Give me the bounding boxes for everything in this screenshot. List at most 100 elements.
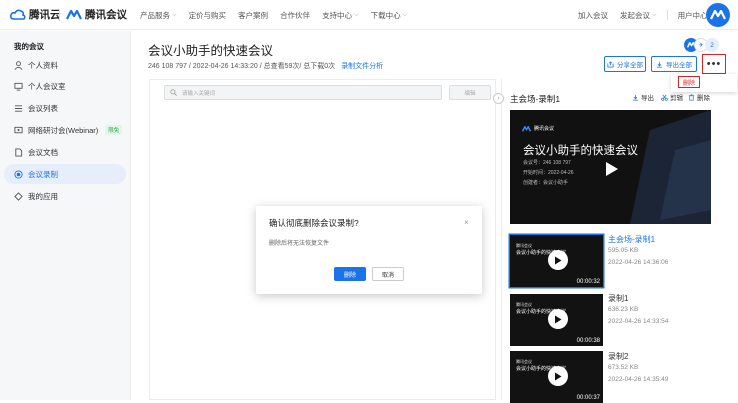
chevron-down-icon: ⌵ xyxy=(354,11,359,18)
confirm-delete-dialog: 确认彻底删除会议录制? × 删除后将无法恢复文件 删除 取消 xyxy=(256,206,482,294)
preview-title: 会议小助手的快速会议 xyxy=(523,145,638,157)
dialog-title: 确认彻底删除会议录制? xyxy=(269,218,359,228)
sidebar-item-label: 个人会议室 xyxy=(28,81,66,91)
video-preview[interactable]: 腾讯会议 会议小助手的快速会议 会议号：246 108 797 开始时间：202… xyxy=(510,110,711,224)
recording-thumbnail[interactable]: 腾讯会议 会议小助手的快速会议 00:00:38 xyxy=(510,294,603,346)
search-input[interactable]: 请输入关键词 xyxy=(164,85,442,100)
sidebar: 我的会议 个人资料 个人会议室 会议列表 网络研讨会(Webinar) 限免 会… xyxy=(0,31,131,400)
meeting-logo-icon xyxy=(710,10,726,20)
nav-support[interactable]: 支持中心 ⌵ xyxy=(322,10,359,21)
trash-icon xyxy=(688,94,695,100)
edit-button[interactable]: 编辑 xyxy=(449,85,491,100)
panel-divider xyxy=(501,79,502,400)
recording-name[interactable]: 主会场-录制1 xyxy=(608,234,655,245)
clip-action[interactable]: 剪辑 xyxy=(661,92,683,102)
recording-thumbnail[interactable]: 腾讯会议 会议小助手的快速会议 00:00:37 xyxy=(510,351,603,403)
delete-label: 删除 xyxy=(697,95,710,102)
recording-size: 673.52 KB xyxy=(608,364,639,371)
join-meeting-link[interactable]: 加入会议 xyxy=(578,10,608,21)
chevron-down-icon: ⌵ xyxy=(402,11,408,18)
scissors-icon xyxy=(661,94,668,101)
sidebar-item-profile[interactable]: 个人资料 xyxy=(4,55,126,75)
meeting-logo-icon xyxy=(522,125,531,132)
export-action[interactable]: 导出 xyxy=(632,92,654,102)
play-icon[interactable] xyxy=(548,366,568,386)
share-icon xyxy=(607,60,614,68)
sidebar-title: 我的会议 xyxy=(14,42,44,51)
play-triangle xyxy=(555,256,562,264)
top-right-links: 加入会议 发起会议 ⌵ 用户中心 xyxy=(578,0,708,30)
delete-menu-item[interactable]: 删除 xyxy=(678,76,700,88)
close-icon[interactable]: × xyxy=(464,218,469,227)
preview-info-line: 创建者：会议小助手 xyxy=(523,180,569,186)
sidebar-item-personal-room[interactable]: 个人会议室 xyxy=(4,76,126,96)
more-button[interactable]: ••• xyxy=(702,54,726,74)
user-avatar[interactable] xyxy=(706,3,730,27)
brand-meeting-text: 腾讯会议 xyxy=(85,9,127,21)
play-icon[interactable] xyxy=(548,309,568,329)
play-triangle xyxy=(606,162,618,176)
nav-download[interactable]: 下载中心 ⌵ xyxy=(371,10,408,21)
clip-label: 剪辑 xyxy=(670,95,683,102)
sidebar-item-documents[interactable]: 会议文档 xyxy=(4,142,126,162)
recording-name[interactable]: 录制2 xyxy=(608,351,628,362)
start-meeting-link[interactable]: 发起会议 ⌵ xyxy=(620,10,657,21)
record-icon xyxy=(14,169,23,179)
tencent-meeting-logo[interactable]: 腾讯会议 xyxy=(66,7,127,22)
confirm-delete-button[interactable]: 删除 xyxy=(334,267,366,281)
play-triangle xyxy=(555,315,562,323)
preview-logo: 腾讯会议 xyxy=(522,125,554,132)
document-icon xyxy=(15,147,23,157)
meeting-id: 246 108 797 xyxy=(148,63,187,70)
export-icon xyxy=(632,94,639,101)
avatar-count: 2 xyxy=(705,38,719,52)
duration-label: 00:00:32 xyxy=(576,279,600,285)
share-all-label: 分享全部 xyxy=(617,62,643,69)
chevron-down-icon: ⌵ xyxy=(652,11,657,18)
sidebar-item-recordings[interactable]: 会议录制 xyxy=(4,164,126,184)
list-icon xyxy=(14,104,23,112)
export-all-label: 导出全部 xyxy=(666,62,692,69)
sidebar-item-apps[interactable]: 我的应用 xyxy=(4,186,126,206)
tencent-cloud-logo[interactable]: 腾讯云 xyxy=(10,7,61,22)
preview-logo-text: 腾讯会议 xyxy=(534,126,555,132)
cloud-icon xyxy=(10,9,26,20)
cancel-button[interactable]: 取消 xyxy=(372,267,404,281)
collapse-toggle-icon[interactable]: › xyxy=(493,93,504,104)
nav-products[interactable]: 产品服务 ⌵ xyxy=(140,10,177,21)
recording-time: 2022-04-26 14:35:49 xyxy=(608,376,669,383)
duration-label: 00:00:37 xyxy=(576,395,600,401)
delete-action[interactable]: 删除 xyxy=(688,92,710,102)
dialog-message: 删除后将无法恢复文件 xyxy=(269,241,330,247)
play-icon[interactable] xyxy=(601,158,623,180)
sidebar-item-meeting-list[interactable]: 会议列表 xyxy=(4,98,126,118)
monitor-icon xyxy=(14,82,23,91)
nav-cases[interactable]: 客户案例 xyxy=(238,10,268,21)
recording-thumbnail[interactable]: 腾讯会议 会议小助手的快速会议 00:00:32 xyxy=(510,235,603,287)
sidebar-item-label: 我的应用 xyxy=(28,191,58,201)
brand-cloud-text: 腾讯云 xyxy=(29,9,61,21)
duration-label: 00:00:38 xyxy=(576,338,600,344)
play-icon[interactable] xyxy=(548,250,568,270)
participant-avatars[interactable]: ✈ 2 xyxy=(684,38,719,52)
apps-icon xyxy=(14,191,23,201)
sidebar-item-label: 会议列表 xyxy=(28,103,58,113)
preview-info-line: 会议号：246 108 797 xyxy=(523,160,571,166)
export-all-button[interactable]: 导出全部 xyxy=(651,56,697,72)
download-icon xyxy=(656,61,663,68)
sidebar-item-label: 网络研讨会(Webinar) xyxy=(28,125,99,135)
chevron-down-icon: ⌵ xyxy=(172,11,177,18)
user-center-link[interactable]: 用户中心 xyxy=(678,10,708,21)
free-badge: 限免 xyxy=(105,125,123,135)
nav-partners[interactable]: 合作伙伴 xyxy=(280,10,310,21)
divider xyxy=(666,10,668,20)
recording-title: 主会场-录制1 xyxy=(510,94,561,104)
nav-pricing[interactable]: 定价与购买 xyxy=(189,10,227,21)
meeting-meta: 246 108 797 / 2022-04-26 14:33:20 / 总查看5… xyxy=(148,61,383,71)
sidebar-item-webinar[interactable]: 网络研讨会(Webinar) 限免 xyxy=(4,120,126,140)
recording-name[interactable]: 录制1 xyxy=(608,293,628,304)
transcript-analysis-link[interactable]: 录制文件分析 xyxy=(341,63,383,70)
share-all-button[interactable]: 分享全部 xyxy=(604,56,646,72)
recording-time: 2022-04-26 14:33:54 xyxy=(608,318,669,325)
play-triangle xyxy=(555,372,562,380)
